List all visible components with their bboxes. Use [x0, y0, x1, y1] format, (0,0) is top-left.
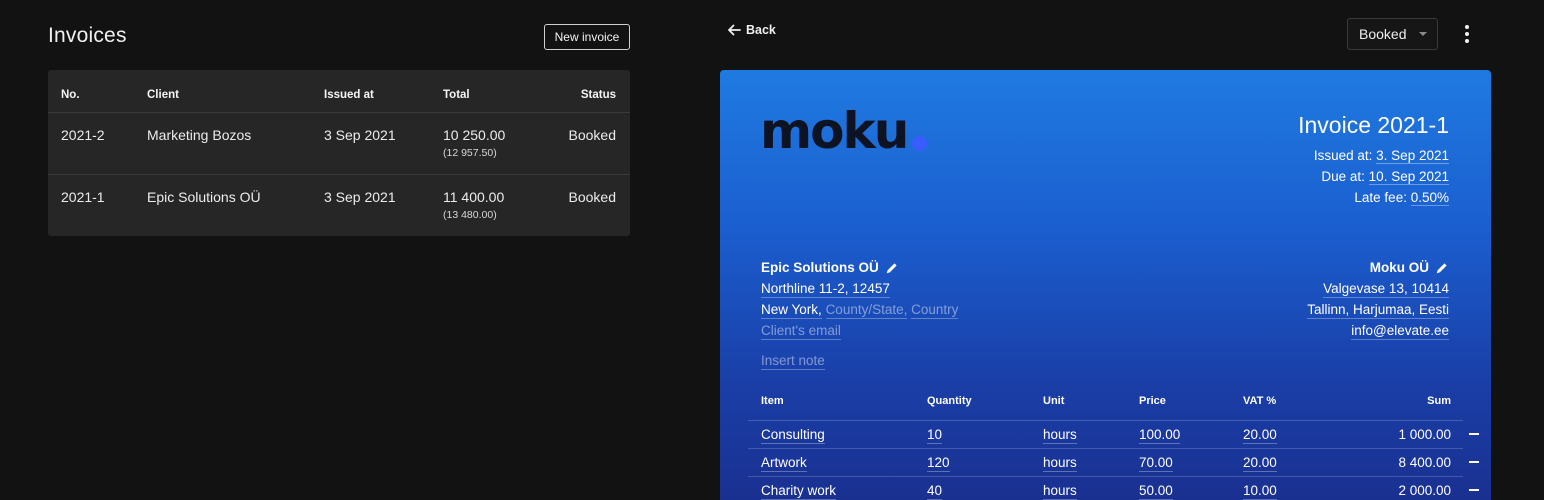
seller-address: Moku OÜ Valgevase 13, 10414 Tallinn, Har…: [1307, 257, 1449, 341]
invoice-number: 2021-2: [61, 127, 105, 143]
column-header-issued[interactable]: Issued at: [324, 89, 374, 101]
late-fee-label: Late fee:: [1354, 190, 1407, 205]
table-row[interactable]: 2021-1 Epic Solutions OÜ 3 Sep 2021 11 4…: [48, 175, 630, 237]
total-gross: (12 957.50): [443, 147, 497, 159]
issued-at: Issued at: 3. Sep 2021: [1313, 148, 1449, 164]
client-street[interactable]: Northline 11-2, 12457: [761, 281, 890, 298]
note-field[interactable]: Insert note: [761, 353, 825, 370]
pencil-icon[interactable]: [885, 261, 899, 275]
late-fee-value[interactable]: 0.50%: [1410, 190, 1449, 206]
item-quantity[interactable]: 120: [927, 455, 950, 472]
item-price[interactable]: 70.00: [1139, 455, 1173, 472]
invoice-title[interactable]: Invoice 2021-1: [1298, 112, 1449, 139]
item-unit[interactable]: hours: [1043, 455, 1077, 472]
item-sum: 1 000.00: [1398, 427, 1451, 442]
client-email-field[interactable]: Client's email: [761, 323, 841, 340]
item-name[interactable]: Artwork: [761, 455, 807, 472]
status-text: Booked: [568, 189, 616, 205]
column-header-no[interactable]: No.: [61, 89, 80, 101]
invoice-list-panel: Invoices New invoice No. Client Issued a…: [0, 0, 680, 500]
more-options-icon[interactable]: [1456, 22, 1478, 46]
logo-dot: [912, 136, 927, 151]
client-county-field[interactable]: County/State,: [825, 302, 908, 319]
client-city[interactable]: New York,: [761, 302, 822, 319]
invoice-document: moku Invoice 2021-1 Issued at: 3. Sep 20…: [720, 70, 1491, 500]
pencil-icon[interactable]: [1435, 261, 1449, 275]
back-label: Back: [746, 23, 776, 37]
seller-city[interactable]: Tallinn, Harjumaa, Eesti: [1307, 302, 1449, 319]
quantity-column-header: Quantity: [927, 395, 972, 407]
item-unit[interactable]: hours: [1043, 427, 1077, 444]
item-vat[interactable]: 10.00: [1243, 483, 1277, 500]
table-row[interactable]: 2021-2 Marketing Bozos 3 Sep 2021 10 250…: [48, 113, 630, 175]
client-country-field[interactable]: Country: [911, 302, 959, 319]
due-at: Due at: 10. Sep 2021: [1321, 169, 1449, 185]
seller-email[interactable]: info@elevate.ee: [1351, 323, 1449, 340]
late-fee: Late fee: 0.50%: [1354, 190, 1449, 206]
total-gross: (13 480.00): [443, 209, 497, 221]
invoices-table: No. Client Issued at Total Status 2021-2…: [48, 70, 630, 236]
issued-date: 3 Sep 2021: [324, 189, 396, 205]
sum-column-header: Sum: [1427, 395, 1451, 407]
item-quantity[interactable]: 10: [927, 427, 943, 444]
price-column-header: Price: [1139, 395, 1166, 407]
line-item-row: Charity work 40 hours 50.00 10.00 2 000.…: [748, 476, 1463, 500]
item-unit[interactable]: hours: [1043, 483, 1077, 500]
item-price[interactable]: 100.00: [1139, 427, 1181, 444]
seller-street[interactable]: Valgevase 13, 10414: [1323, 281, 1449, 298]
remove-row-icon[interactable]: [1469, 489, 1479, 491]
due-label: Due at:: [1321, 169, 1365, 184]
total-net: 10 250.00: [443, 127, 506, 143]
due-value[interactable]: 10. Sep 2021: [1368, 169, 1449, 185]
caret-down-icon: [1419, 32, 1427, 36]
item-name[interactable]: Charity work: [761, 483, 837, 500]
item-sum: 8 400.00: [1398, 455, 1451, 470]
item-vat[interactable]: 20.00: [1243, 455, 1277, 472]
back-button[interactable]: Back: [726, 22, 776, 38]
table-header: No. Client Issued at Total Status: [48, 70, 630, 113]
item-name[interactable]: Consulting: [761, 427, 825, 444]
line-item-row: Consulting 10 hours 100.00 20.00 1 000.0…: [748, 420, 1463, 448]
new-invoice-button[interactable]: New invoice: [544, 24, 630, 50]
client-address: Epic Solutions OÜ Northline 11-2, 12457 …: [761, 257, 959, 341]
total-net: 11 400.00: [443, 189, 505, 205]
item-column-header: Item: [761, 395, 784, 407]
vat-column-header: VAT %: [1243, 395, 1277, 407]
status-select-value: Booked: [1359, 26, 1407, 42]
item-quantity[interactable]: 40: [927, 483, 943, 500]
item-vat[interactable]: 20.00: [1243, 427, 1277, 444]
column-header-client[interactable]: Client: [147, 89, 179, 101]
seller-name: Moku OÜ: [1369, 260, 1429, 275]
issued-date: 3 Sep 2021: [324, 127, 396, 143]
remove-row-icon[interactable]: [1469, 461, 1479, 463]
client-name: Marketing Bozos: [147, 127, 252, 143]
column-header-status[interactable]: Status: [581, 89, 616, 101]
client-name: Epic Solutions OÜ: [147, 189, 261, 205]
remove-row-icon[interactable]: [1469, 433, 1479, 435]
item-sum: 2 000.00: [1398, 483, 1451, 498]
status-select[interactable]: Booked: [1347, 18, 1438, 50]
arrow-left-icon: [728, 24, 741, 36]
unit-column-header: Unit: [1043, 395, 1065, 407]
line-item-row: Artwork 120 hours 70.00 20.00 8 400.00: [748, 448, 1463, 476]
issued-label: Issued at:: [1313, 148, 1373, 163]
column-header-total[interactable]: Total: [443, 89, 470, 101]
status-text: Booked: [568, 127, 616, 143]
invoice-number: 2021-1: [61, 189, 105, 205]
item-price[interactable]: 50.00: [1139, 483, 1173, 500]
client-name: Epic Solutions OÜ: [761, 260, 879, 275]
page-title: Invoices: [48, 24, 127, 47]
company-logo: moku: [760, 102, 909, 160]
issued-value[interactable]: 3. Sep 2021: [1376, 148, 1449, 164]
